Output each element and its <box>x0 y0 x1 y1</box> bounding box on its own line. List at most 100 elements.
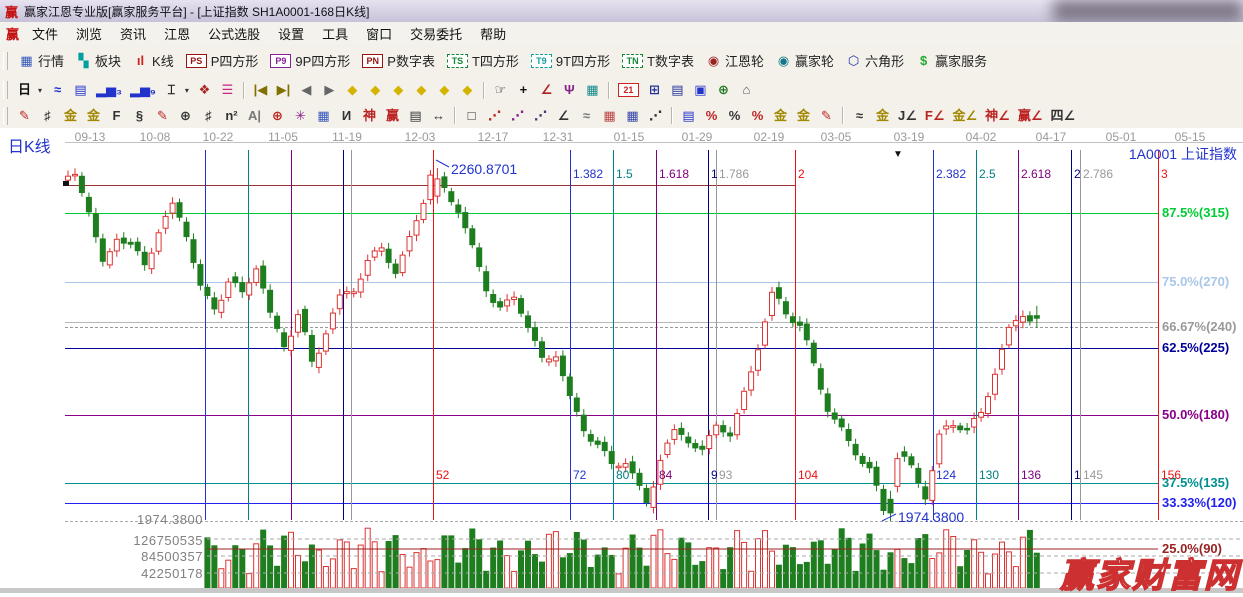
calendar-icon[interactable]: 21 <box>614 81 643 99</box>
spiral-icon[interactable]: § <box>128 107 151 125</box>
menu-item-江恩[interactable]: 江恩 <box>155 25 199 44</box>
gold-box-icon[interactable]: 金 <box>871 107 894 125</box>
calculator-icon[interactable]: ⊞ <box>643 81 666 99</box>
anchor-handle[interactable] <box>63 181 69 186</box>
chart-area[interactable]: 日K线 1A0001 上证指数 2260.8701 1974.3800 ▼ 赢家… <box>0 128 1243 593</box>
market-quotes-button[interactable]: ▦行情 <box>13 50 70 71</box>
workstation-icon[interactable]: ⌂ <box>735 81 758 99</box>
p-number-table-button[interactable]: PNP数字表 <box>356 50 441 71</box>
f-angle-icon[interactable]: F∠ <box>921 107 949 125</box>
gann-fan-red-icon[interactable]: ⋰ <box>483 107 506 125</box>
single-candle-dropdown[interactable]: ⌶▾ <box>160 81 193 99</box>
four-angle-icon[interactable]: 四∠ <box>1046 107 1079 125</box>
shen-ruler-icon[interactable]: 神 <box>358 107 381 125</box>
kline-button[interactable]: ılK线 <box>127 50 180 71</box>
ying-ruler-icon[interactable]: 赢 <box>381 107 404 125</box>
hexagon-button[interactable]: ⬡六角形 <box>840 50 910 71</box>
menu-item-资讯[interactable]: 资讯 <box>111 25 155 44</box>
grid-ruler-icon[interactable]: ♯ <box>36 107 59 125</box>
price-table-icon[interactable]: ▤ <box>677 107 700 125</box>
menu-item-交易委托[interactable]: 交易委托 <box>401 25 471 44</box>
zigzag-icon[interactable]: ≈ <box>575 107 598 125</box>
notes-icon[interactable]: ▤ <box>666 81 689 99</box>
net-grid-icon[interactable]: ▦ <box>312 107 335 125</box>
gold-line-icon[interactable]: 金 <box>792 107 815 125</box>
pan-right-diamond-icon[interactable]: ◆ <box>364 81 387 99</box>
indicator-3-icon[interactable]: ▂▅₃ <box>92 81 126 99</box>
gann-tool-purple-icon[interactable]: Ψ <box>558 81 581 99</box>
menu-item-文件[interactable]: 文件 <box>23 25 67 44</box>
percent-icon[interactable]: % <box>723 107 746 125</box>
overlay-chart-icon[interactable]: ≈ <box>46 81 69 99</box>
candle <box>846 430 851 441</box>
bottom-scroll-strip[interactable] <box>0 588 1243 593</box>
info-panel-icon[interactable]: ▤ <box>69 81 92 99</box>
volume-bar <box>309 545 314 588</box>
f-ruler-icon[interactable]: F <box>105 107 128 125</box>
reset-zoom-diamond-icon[interactable]: ◆ <box>456 81 479 99</box>
gold-circle-icon[interactable]: 金 <box>769 107 792 125</box>
pan-left-diamond-icon[interactable]: ◆ <box>341 81 364 99</box>
red-brush-ruler-icon[interactable]: ✎ <box>151 107 174 125</box>
gann-wheel-button[interactable]: ◉江恩轮 <box>700 50 770 71</box>
marker-pen-icon[interactable]: ✎ <box>815 107 838 125</box>
9p-square-button[interactable]: P99P四方形 <box>264 50 356 71</box>
indicator-9-icon[interactable]: ▂▅₉ <box>126 81 160 99</box>
p-square-button[interactable]: PSP四方形 <box>180 50 265 71</box>
red-figure-icon[interactable]: ❖ <box>193 81 216 99</box>
ying-angle-icon[interactable]: 赢∠ <box>1014 107 1047 125</box>
menu-item-公式选股[interactable]: 公式选股 <box>199 25 269 44</box>
winner-wheel-button[interactable]: ◉赢家轮 <box>770 50 840 71</box>
compress-h-diamond-icon[interactable]: ◆ <box>410 81 433 99</box>
next-icon[interactable]: ▶ <box>318 81 341 99</box>
text-line-icon[interactable]: A| <box>243 107 266 125</box>
gann-fan-purple-icon[interactable]: ⋰ <box>506 107 529 125</box>
grid-red-icon[interactable]: ▦ <box>598 107 621 125</box>
star-grid-icon[interactable]: ✳ <box>289 107 312 125</box>
circle-cross-red-icon[interactable]: ⊕ <box>266 107 289 125</box>
shen-angle-icon[interactable]: 神∠ <box>981 107 1014 125</box>
hand-tool-icon[interactable]: ☞ <box>489 81 512 99</box>
angle-line-icon[interactable]: ∠ <box>552 107 575 125</box>
t-square-button[interactable]: TST四方形 <box>441 50 525 71</box>
price-histogram-icon[interactable]: ☰ <box>216 81 239 99</box>
time-ruler-icon[interactable]: ♯ <box>197 107 220 125</box>
save-icon[interactable]: ▣ <box>689 81 712 99</box>
prev-icon[interactable]: ◀ <box>295 81 318 99</box>
first-page-icon[interactable]: |◀ <box>249 81 272 99</box>
time-circle-icon[interactable]: ⊕ <box>174 107 197 125</box>
crosshair-tool-icon[interactable]: + <box>512 81 535 99</box>
menu-item-窗口[interactable]: 窗口 <box>357 25 401 44</box>
brush-tool-icon[interactable]: ✎ <box>13 107 36 125</box>
gann-box-teal-icon[interactable]: ▦ <box>581 81 604 99</box>
j-angle-icon[interactable]: J∠ <box>894 107 921 125</box>
percent-line-icon[interactable]: % <box>746 107 769 125</box>
last-page-icon[interactable]: ▶| <box>272 81 295 99</box>
parallel-lines-icon[interactable]: ⋰ <box>644 107 667 125</box>
percent-zone-icon[interactable]: % <box>700 107 723 125</box>
menu-item-工具[interactable]: 工具 <box>313 25 357 44</box>
menu-item-帮助[interactable]: 帮助 <box>471 25 515 44</box>
period-day-dropdown[interactable]: 日▾ <box>13 81 46 99</box>
gold-section-2-icon[interactable]: 金 <box>82 107 105 125</box>
grid-box-icon[interactable]: ▦ <box>621 107 644 125</box>
wave-tool-icon[interactable]: ≈ <box>848 107 871 125</box>
t-number-table-button[interactable]: TNT数字表 <box>616 50 700 71</box>
zoom-all-diamond-icon[interactable]: ◆ <box>433 81 456 99</box>
gann-fan-box-icon[interactable]: ⋰ <box>529 107 552 125</box>
expand-h-diamond-icon[interactable]: ◆ <box>387 81 410 99</box>
width-measure-icon[interactable]: ↔ <box>427 107 450 125</box>
export-icon[interactable]: ⊕ <box>712 81 735 99</box>
menu-item-设置[interactable]: 设置 <box>269 25 313 44</box>
gold-angle-icon[interactable]: 金∠ <box>949 107 982 125</box>
winner-service-button[interactable]: $赢家服务 <box>910 50 993 71</box>
n-square-icon[interactable]: n² <box>220 107 243 125</box>
rect-box-icon[interactable]: □ <box>460 107 483 125</box>
sectors-button[interactable]: ▚板块 <box>70 50 127 71</box>
angle-measure-icon[interactable]: ∠ <box>535 81 558 99</box>
scale-ruler-icon[interactable]: ▤ <box>404 107 427 125</box>
gold-section-1-icon[interactable]: 金 <box>59 107 82 125</box>
k-mark-icon[interactable]: И <box>335 107 358 125</box>
9t-square-button[interactable]: T99T四方形 <box>525 50 616 71</box>
menu-item-浏览[interactable]: 浏览 <box>67 25 111 44</box>
